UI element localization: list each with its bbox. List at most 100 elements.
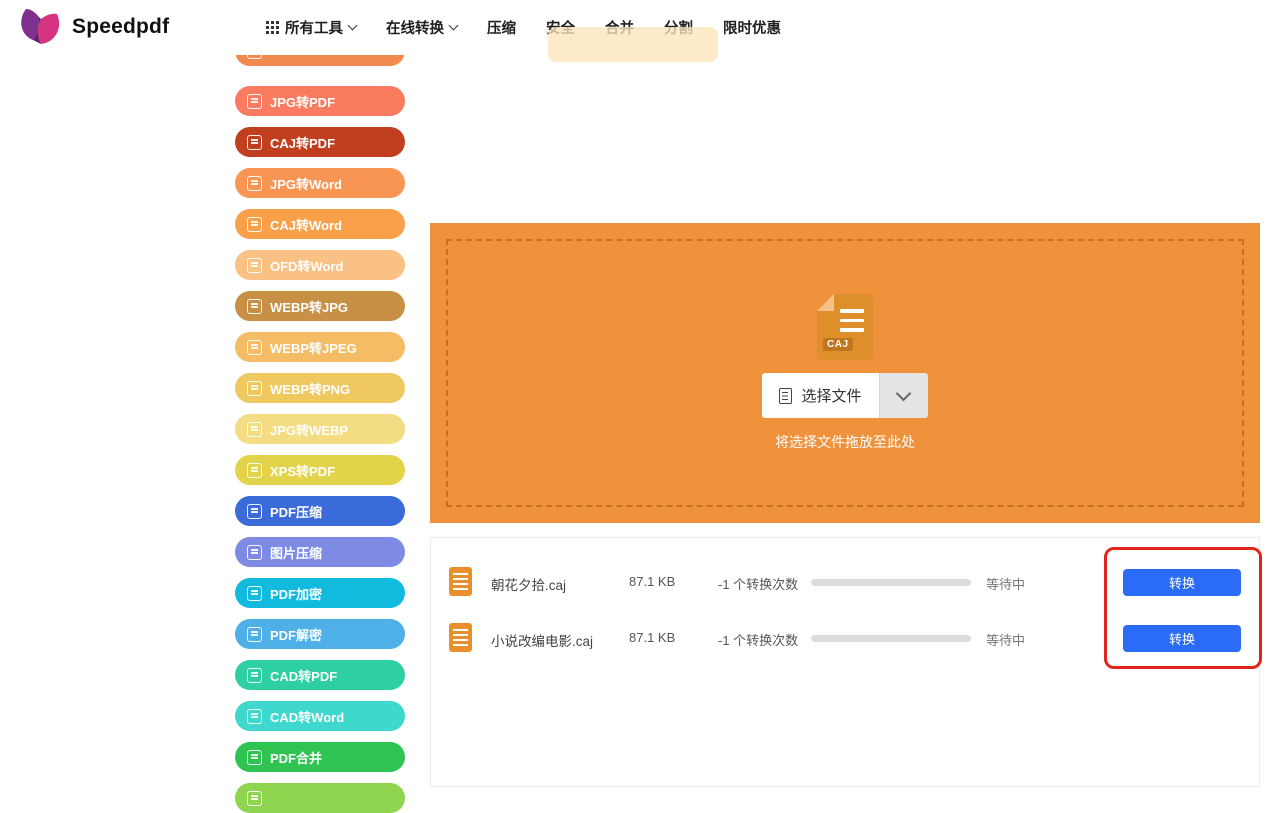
top-navbar: Speedpdf 所有工具 在线转换 压缩 安全 合并 分割 限时优惠 [0,0,1268,55]
folded-corner [817,294,834,311]
nav-label: 压缩 [487,17,516,38]
conversion-count: -1 个转换次数 [718,574,798,593]
main-nav: 所有工具 在线转换 压缩 安全 合并 分割 限时优惠 [266,0,781,55]
tool-label: CAJ转Word [270,215,342,234]
sidebar-tool-webp-to-jpg[interactable]: WEBP转JPG [235,291,405,321]
caj-file-icon: CAJ [817,294,873,360]
nav-security[interactable]: 安全 [546,17,575,38]
file-name: 朝花夕拾.caj [491,574,566,594]
file-size: 87.1 KB [629,574,675,589]
sidebar-tool-webp-to-jpeg[interactable]: WEBP转JPEG [235,332,405,362]
select-file-button[interactable]: 选择文件 [762,373,878,418]
tool-label: JPG转WEBP [270,420,348,439]
nav-online-convert[interactable]: 在线转换 [386,17,457,38]
tool-label: CAD转PDF [270,666,337,685]
tool-label: 图片压缩 [270,543,322,562]
grid-icon [266,21,279,34]
nav-merge[interactable]: 合并 [605,17,634,38]
unlock-icon [247,627,262,642]
tool-label: PDF加密 [270,584,322,603]
chevron-down-icon [348,21,358,31]
nav-split[interactable]: 分割 [664,17,693,38]
cad-file-icon [247,709,262,724]
progress-bar [811,579,971,586]
tool-label: CAJ转PDF [270,133,335,152]
file-list-card: 朝花夕拾.caj 87.1 KB -1 个转换次数 等待中 转换 小说改编电影.… [430,537,1260,787]
tool-label: WEBP转PNG [270,379,350,398]
caj-badge: CAJ [823,338,853,351]
cad-file-icon [247,668,262,683]
merge-icon [247,750,262,765]
sidebar-tool-caj-to-pdf[interactable]: CAJ转PDF [235,127,405,157]
nav-label: 安全 [546,17,575,38]
doc-file-icon [247,217,262,232]
sidebar-tool-image-compress[interactable]: 图片压缩 [235,537,405,567]
nav-label: 限时优惠 [723,17,781,38]
sidebar-tool-partial-bottom[interactable] [235,783,405,813]
doc-lines [840,309,864,338]
file-name: 小说改编电影.caj [491,630,593,650]
convert-button[interactable]: 转换 [1123,625,1241,652]
sidebar-tool-jpg-to-webp[interactable]: JPG转WEBP [235,414,405,444]
document-icon [779,388,792,404]
nav-limited-offer[interactable]: 限时优惠 [723,17,781,38]
image-file-icon [247,176,262,191]
nav-label: 合并 [605,17,634,38]
file-row: 朝花夕拾.caj 87.1 KB -1 个转换次数 等待中 转换 [431,554,1259,610]
image-file-icon [247,422,262,437]
file-dropzone[interactable]: CAJ 选择文件 将选择文件拖放至此处 [430,223,1260,523]
tool-label: CAD转Word [270,707,344,726]
sidebar-tool-cad-to-pdf[interactable]: CAD转PDF [235,660,405,690]
sidebar-tool-pdf-decrypt[interactable]: PDF解密 [235,619,405,649]
sidebar-tool-xps-to-pdf[interactable]: XPS转PDF [235,455,405,485]
tool-label: JPG转Word [270,174,342,193]
image-file-icon [247,94,262,109]
convert-button[interactable]: 转换 [1123,569,1241,596]
sidebar-tool-cad-to-word[interactable]: CAD转Word [235,701,405,731]
doc-file-icon [247,463,262,478]
status-text: 等待中 [986,630,1025,649]
lock-icon [247,586,262,601]
tool-label: PDF合并 [270,748,322,767]
select-file-dropdown[interactable] [879,373,928,418]
tool-label: XPS转PDF [270,461,335,480]
chevron-down-icon [896,386,912,402]
brand-logo[interactable]: Speedpdf [18,7,169,47]
file-icon [247,791,262,806]
nav-label: 分割 [664,17,693,38]
chevron-down-icon [449,21,459,31]
status-text: 等待中 [986,574,1025,593]
caj-file-icon [449,623,472,652]
nav-label: 所有工具 [285,17,343,38]
tool-label: WEBP转JPEG [270,338,357,357]
sidebar-tool-jpg-to-word[interactable]: JPG转Word [235,168,405,198]
nav-all-tools[interactable]: 所有工具 [266,17,356,38]
select-file-label: 选择文件 [801,385,861,406]
image-file-icon [247,299,262,314]
caj-file-icon [449,567,472,596]
tool-label: PDF压缩 [270,502,322,521]
tool-label: WEBP转JPG [270,297,348,316]
sidebar-tool-pdf-compress[interactable]: PDF压缩 [235,496,405,526]
sidebar-tool-ofd-to-word[interactable]: OFD转Word [235,250,405,280]
image-file-icon [247,340,262,355]
compress-icon [247,545,262,560]
image-file-icon [247,381,262,396]
tool-label: JPG转PDF [270,92,335,111]
doc-file-icon [247,258,262,273]
compress-icon [247,504,262,519]
file-row: 小说改编电影.caj 87.1 KB -1 个转换次数 等待中 转换 [431,610,1259,666]
file-size: 87.1 KB [629,630,675,645]
sidebar-tool-pdf-merge[interactable]: PDF合并 [235,742,405,772]
doc-file-icon [247,135,262,150]
sidebar-tool-caj-to-word[interactable]: CAJ转Word [235,209,405,239]
sidebar-tool-webp-to-png[interactable]: WEBP转PNG [235,373,405,403]
nav-compress[interactable]: 压缩 [487,17,516,38]
nav-label: 在线转换 [386,17,444,38]
drop-hint-text: 将选择文件拖放至此处 [775,432,915,452]
progress-bar [811,635,971,642]
sidebar-tool-jpg-to-pdf[interactable]: JPG转PDF [235,86,405,116]
conversion-count: -1 个转换次数 [718,630,798,649]
sidebar-tool-pdf-encrypt[interactable]: PDF加密 [235,578,405,608]
brand-name: Speedpdf [72,15,169,39]
